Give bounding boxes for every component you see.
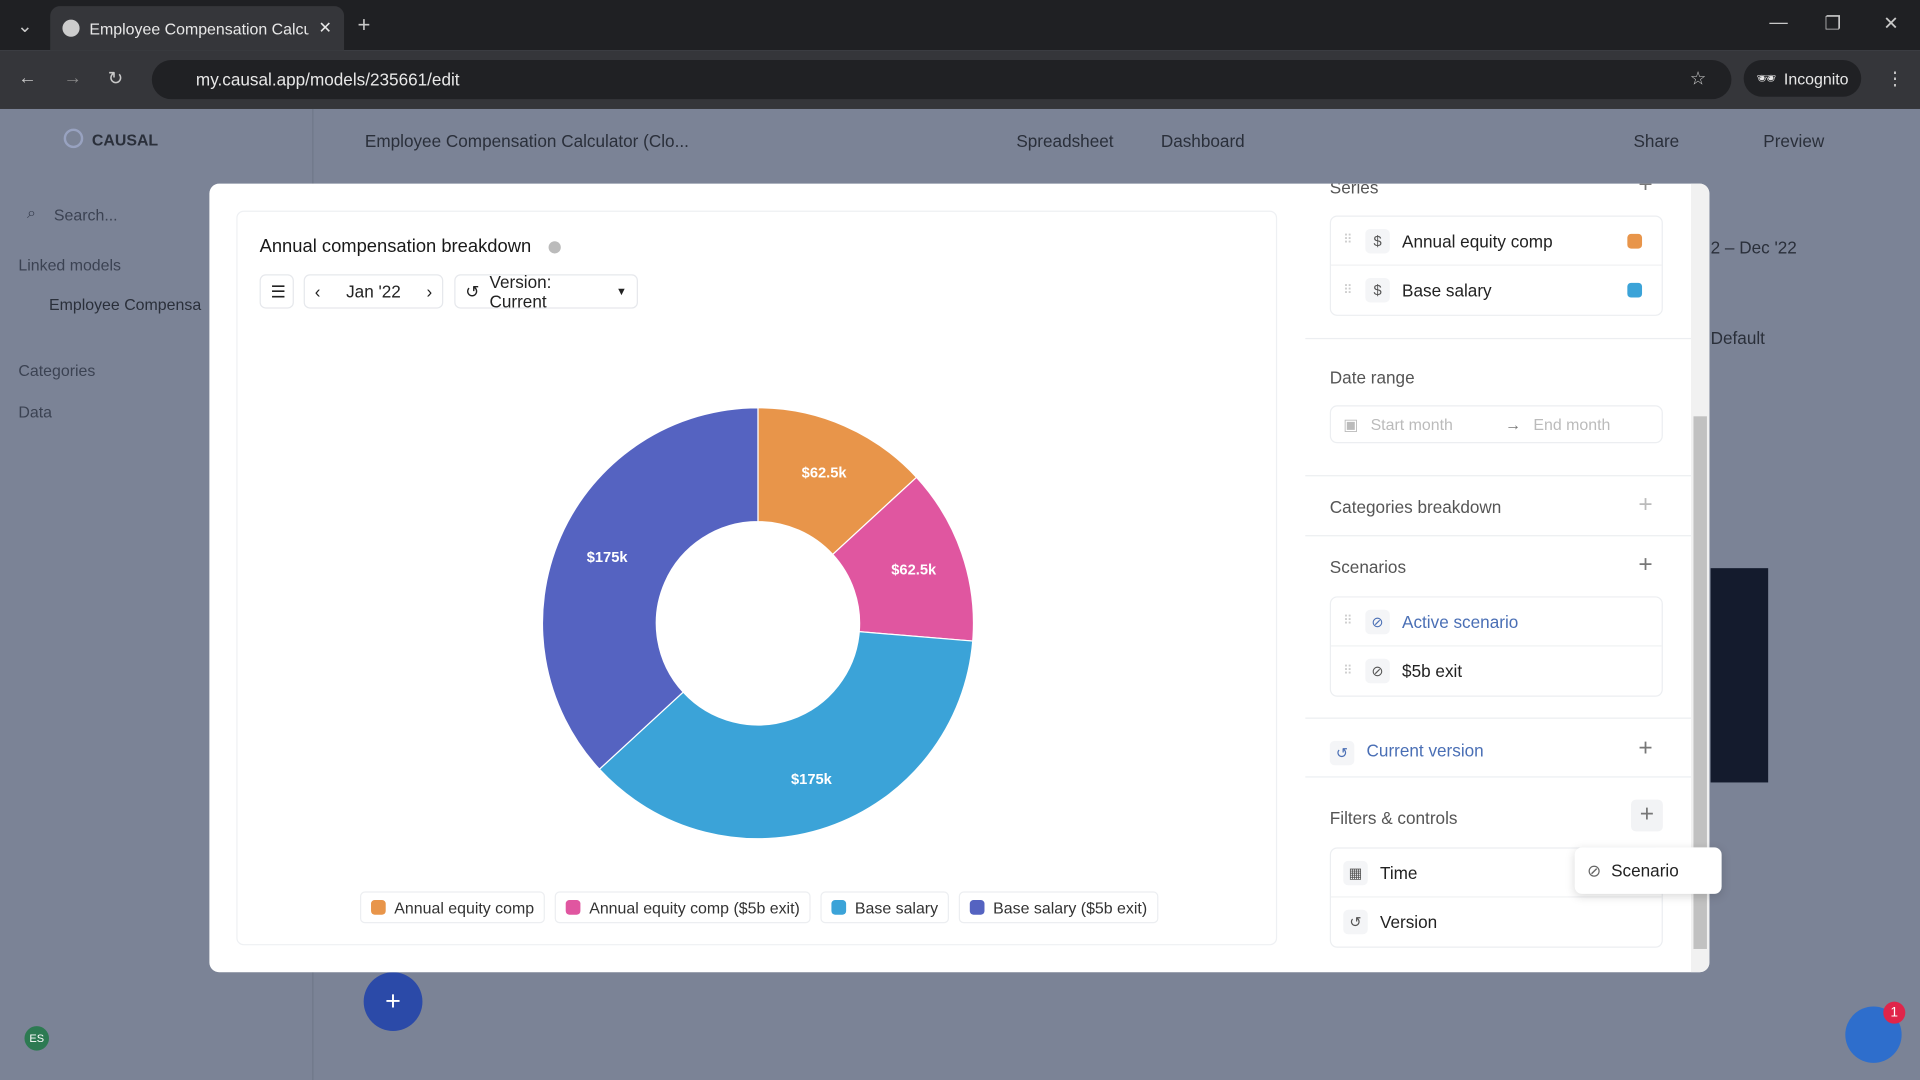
filters-heading: Filters & controls: [1329, 808, 1458, 828]
sidebar-item-model[interactable]: Employee Compensa: [49, 295, 201, 313]
sidebar-item-data[interactable]: Data: [18, 403, 52, 421]
scenario-icon: ⊘: [1365, 658, 1390, 684]
maximize-icon[interactable]: ❐: [1824, 12, 1840, 34]
legend-item[interactable]: Base salary ($5b exit): [958, 891, 1159, 924]
series-heading: Series: [1329, 183, 1379, 198]
close-tab-icon[interactable]: ✕: [318, 18, 331, 38]
share-button[interactable]: Share: [1633, 131, 1679, 151]
url-bar[interactable]: my.causal.app/models/235661/edit: [151, 60, 1732, 100]
favicon-icon: [62, 19, 80, 37]
scenario-icon: ⊘: [1586, 860, 1602, 880]
dollar-icon: $: [1365, 228, 1390, 253]
causal-logo-icon: [63, 128, 84, 149]
slice-label: $62.5k: [802, 465, 848, 481]
drag-handle-icon[interactable]: ⠿: [1343, 234, 1353, 247]
slice-label: $175k: [587, 550, 629, 566]
scenario-item[interactable]: ⠿ ⊘ $5b exit: [1331, 647, 1662, 696]
incognito-icon: 🕶: [1756, 68, 1777, 87]
chart-editor-modal: Annual compensation breakdown ☰ ‹ Jan '2…: [209, 183, 1710, 973]
new-tab-icon[interactable]: +: [358, 12, 371, 38]
bg-date-range: 2 – Dec '22: [1710, 237, 1797, 258]
legend-item[interactable]: Annual equity comp ($5b exit): [554, 891, 811, 924]
avatar[interactable]: ES: [24, 1026, 49, 1051]
add-version-icon[interactable]: +: [1638, 735, 1652, 763]
series-item[interactable]: ⠿ $ Annual equity comp: [1331, 217, 1662, 266]
legend-item[interactable]: Annual equity comp: [360, 891, 546, 924]
legend-swatch: [969, 900, 985, 915]
history-icon: ↺: [1329, 740, 1355, 766]
sidebar-item-categories[interactable]: Categories: [18, 361, 95, 379]
scenarios-heading: Scenarios: [1329, 557, 1407, 577]
sidebar-search[interactable]: Search...: [54, 206, 118, 224]
model-title: Employee Compensation Calculator (Clo...: [364, 131, 689, 151]
scenario-item[interactable]: ⠿ ⊘ Active scenario: [1331, 598, 1662, 647]
legend-item[interactable]: Base salary: [820, 891, 950, 924]
add-category-icon[interactable]: +: [1638, 491, 1652, 519]
filter-item[interactable]: ↺ Version: [1331, 898, 1662, 947]
arrow-right-icon: →: [1505, 415, 1522, 434]
date-range-heading: Date range: [1329, 367, 1415, 387]
add-scenario-icon[interactable]: +: [1638, 551, 1652, 579]
forward-icon[interactable]: →: [64, 67, 82, 88]
close-window-icon[interactable]: ✕: [1883, 12, 1898, 34]
notification-badge: 1: [1883, 1001, 1906, 1024]
history-icon: ↺: [1343, 909, 1368, 935]
add-button[interactable]: +: [363, 972, 423, 1032]
current-version-item[interactable]: ↺ Current version: [1329, 740, 1484, 766]
minimize-icon[interactable]: —: [1769, 12, 1787, 33]
pie-slice[interactable]: [541, 407, 759, 771]
donut-chart: $62.5k $62.5k $175k $175k: [541, 407, 975, 840]
legend-swatch: [565, 900, 581, 915]
chart-legend: Annual equity comp Annual equity comp ($…: [360, 891, 1159, 924]
color-swatch[interactable]: [1627, 233, 1643, 248]
legend-swatch: [831, 900, 847, 915]
menu-icon[interactable]: ⋮: [1886, 67, 1904, 90]
back-icon[interactable]: ←: [18, 67, 36, 88]
slice-label: $175k: [791, 772, 833, 788]
legend-swatch: [371, 900, 386, 915]
add-filter-button[interactable]: +: [1631, 799, 1663, 832]
incognito-badge[interactable]: 🕶 Incognito: [1743, 60, 1862, 97]
date-range-input[interactable]: ▣ Start month → End month: [1329, 405, 1663, 444]
slice-label: $62.5k: [891, 563, 937, 579]
calendar-icon: ▦: [1343, 860, 1368, 885]
linked-models-heading: Linked models: [18, 255, 122, 275]
preview-button[interactable]: Preview: [1763, 131, 1824, 151]
scenario-icon: ⊘: [1365, 609, 1390, 634]
search-icon: ⌕: [26, 203, 36, 222]
browser-tab[interactable]: Employee Compensation Calcul ✕: [50, 6, 345, 51]
app-logo: CAUSAL: [91, 131, 159, 150]
tab-dashboard[interactable]: Dashboard: [1161, 131, 1245, 151]
drag-handle-icon[interactable]: ⠿: [1343, 283, 1353, 296]
reload-icon[interactable]: ↻: [108, 67, 123, 90]
dollar-icon: $: [1365, 277, 1390, 303]
tab-list-icon[interactable]: ⌄: [17, 15, 32, 37]
calendar-icon: ▣: [1343, 414, 1359, 433]
chart-card: Annual compensation breakdown ☰ ‹ Jan '2…: [236, 210, 1278, 946]
tab-spreadsheet[interactable]: Spreadsheet: [1016, 131, 1113, 151]
series-item[interactable]: ⠿ $ Base salary: [1331, 266, 1662, 315]
bg-chart-bar: [1710, 568, 1769, 783]
bg-default-select: Default: [1710, 328, 1765, 348]
categories-breakdown-heading: Categories breakdown: [1329, 497, 1502, 517]
dropdown-option-scenario[interactable]: ⊘ Scenario: [1574, 847, 1722, 894]
add-series-icon[interactable]: +: [1638, 184, 1652, 200]
bookmark-star-icon[interactable]: ☆: [1690, 67, 1706, 90]
color-swatch[interactable]: [1627, 282, 1643, 298]
